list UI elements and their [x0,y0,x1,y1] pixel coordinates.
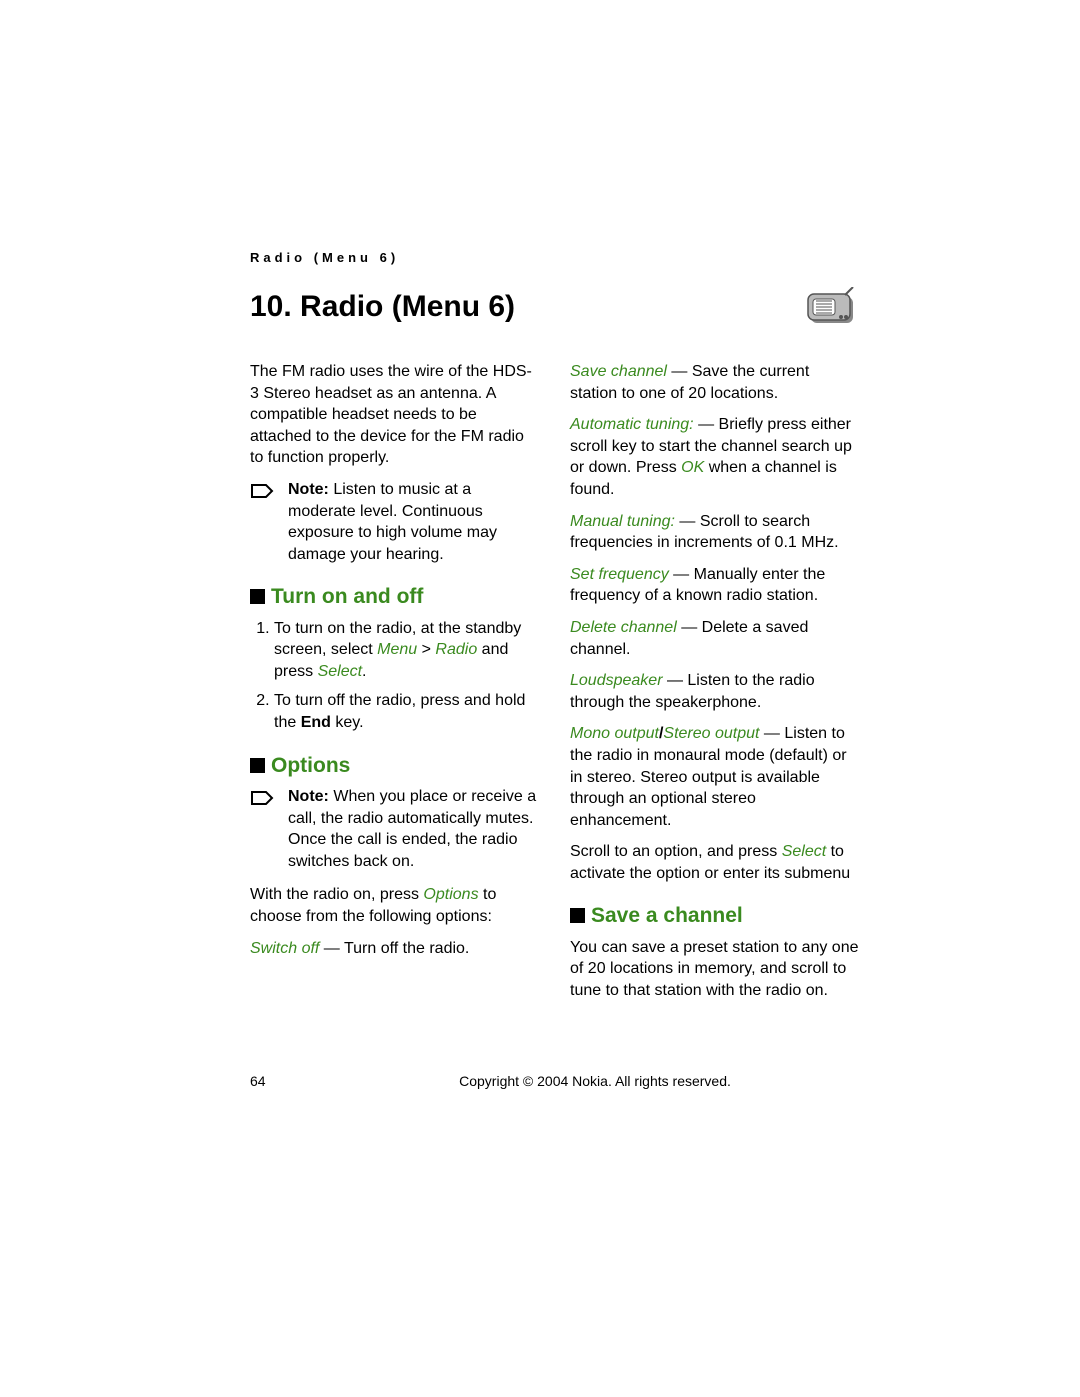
step-2: To turn off the radio, press and hold th… [274,690,540,733]
note-volume: Note: Listen to music at a moderate leve… [250,479,540,565]
note-icon [250,788,274,808]
note-label: Note: [288,481,329,498]
note-icon [250,481,274,501]
option-mono-stereo: Mono output/Stereo output — Listen to th… [570,723,860,831]
square-bullet-icon [250,758,265,773]
copyright: Copyright © 2004 Nokia. All rights reser… [330,1073,860,1089]
option-set-frequency: Set frequency — Manually enter the frequ… [570,564,860,607]
radio-icon [805,287,860,327]
step-1: To turn on the radio, at the standby scr… [274,618,540,683]
running-header: Radio (Menu 6) [250,250,860,265]
option-save-channel: Save channel — Save the current station … [570,361,860,404]
page-number: 64 [250,1073,330,1089]
title-row: 10. Radio (Menu 6) [250,287,860,327]
square-bullet-icon [250,589,265,604]
heading-options: Options [250,752,540,780]
intro-paragraph: The FM radio uses the wire of the HDS-3 … [250,361,540,469]
manual-page: Radio (Menu 6) 10. Radio (Menu 6) The FM… [0,0,1080,1397]
note-label: Note: [288,788,329,805]
content-columns: The FM radio uses the wire of the HDS-3 … [250,361,860,1002]
note-call: Note: When you place or receive a call, … [250,786,540,872]
option-delete-channel: Delete channel — Delete a saved channel. [570,617,860,660]
option-loudspeaker: Loudspeaker — Listen to the radio throug… [570,670,860,713]
heading-save-channel: Save a channel [570,902,860,930]
option-switch-off: Switch off — Turn off the radio. [250,938,540,960]
square-bullet-icon [570,908,585,923]
option-manual-tuning: Manual tuning: — Scroll to search freque… [570,511,860,554]
options-scroll: Scroll to an option, and press Select to… [570,841,860,884]
turn-on-off-steps: To turn on the radio, at the standby scr… [250,618,540,734]
save-channel-text: You can save a preset station to any one… [570,937,860,1002]
options-intro: With the radio on, press Options to choo… [250,884,540,927]
page-footer: 64 Copyright © 2004 Nokia. All rights re… [250,1073,860,1089]
heading-turn-on-off: Turn on and off [250,583,540,611]
page-title: 10. Radio (Menu 6) [250,290,515,324]
option-automatic-tuning: Automatic tuning: — Briefly press either… [570,414,860,500]
